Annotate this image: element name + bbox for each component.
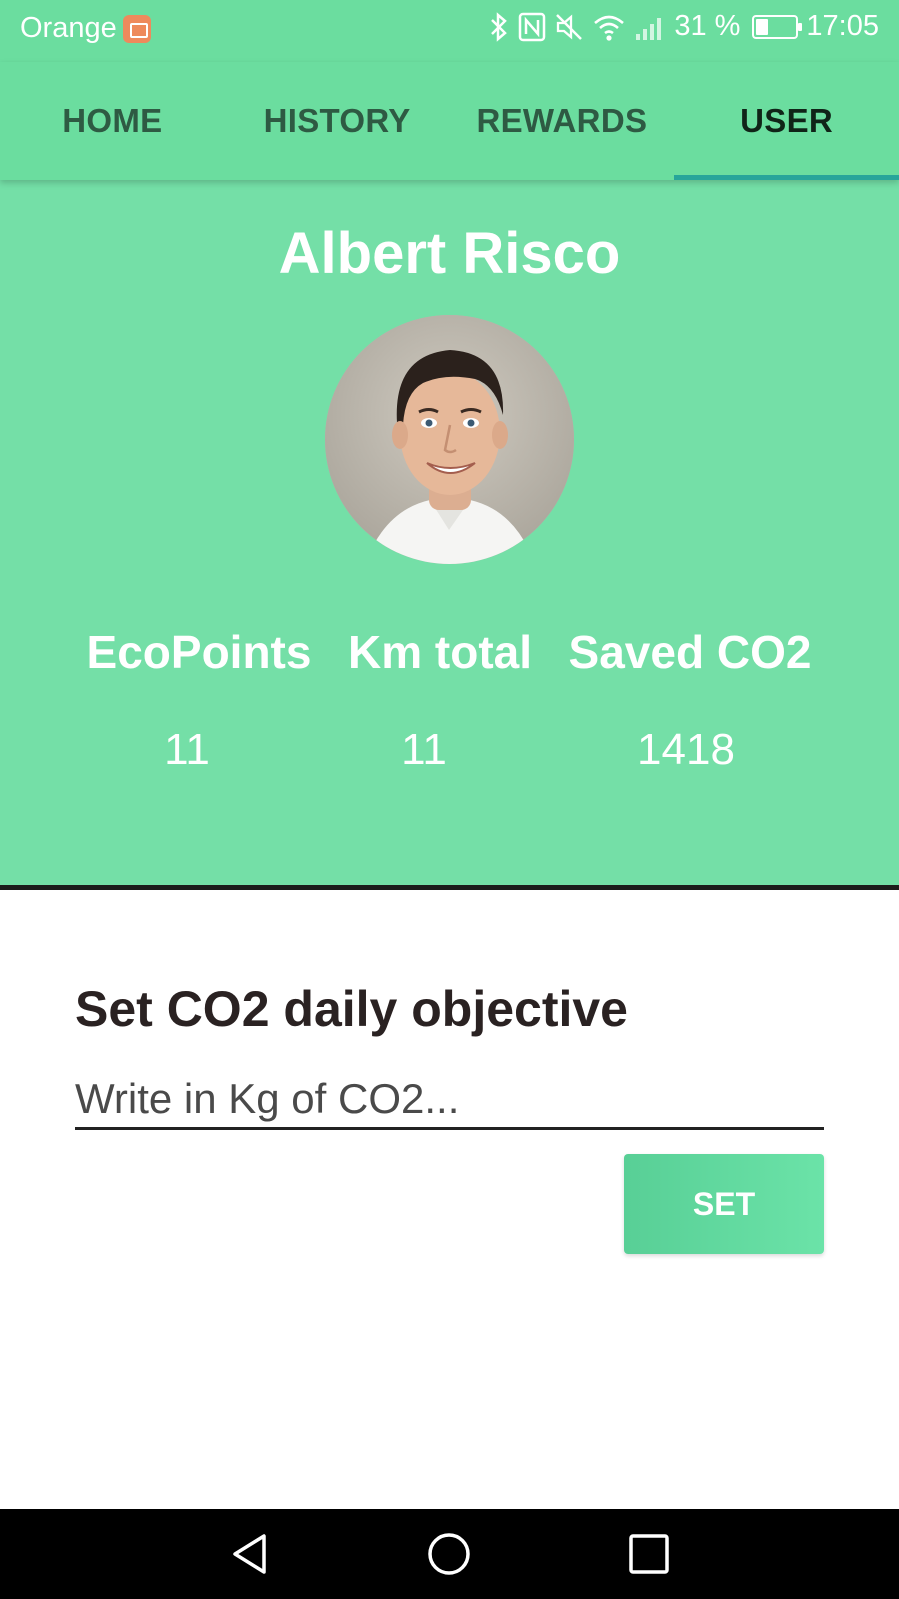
tab-bar: HOME HISTORY REWARDS USER — [0, 62, 899, 180]
navigation-bar — [0, 1509, 899, 1599]
wifi-icon — [594, 15, 625, 41]
carrier-notification-icon — [122, 14, 151, 43]
co2-objective-input[interactable] — [75, 1070, 824, 1130]
stats: EcoPoints Km total Saved CO2 11 11 1418 — [0, 180, 899, 885]
saved-co2-label: Saved CO2 — [568, 626, 812, 678]
carrier: Orange — [20, 12, 151, 45]
profile-section: Albert Risco EcoPoints Km total Saved CO… — [0, 180, 899, 890]
ecopoints-label: EcoPoints — [86, 626, 312, 678]
status-icons: 31 % 17:05 — [488, 10, 879, 43]
objective-title: Set CO2 daily objective — [75, 981, 628, 1037]
km-total-label: Km total — [348, 626, 532, 678]
battery-level — [756, 18, 769, 35]
set-button[interactable]: SET — [624, 1154, 824, 1254]
status-bar: Orange 31 % 17:05 — [0, 0, 899, 62]
tab-rewards[interactable]: REWARDS — [450, 62, 675, 180]
signal-icon — [636, 17, 662, 40]
ecopoints-value: 11 — [164, 725, 210, 774]
battery-icon — [752, 14, 803, 39]
bluetooth-icon — [491, 11, 508, 42]
mute-icon — [556, 13, 583, 40]
tab-history[interactable]: HISTORY — [225, 62, 450, 180]
carrier-name: Orange — [20, 12, 117, 44]
battery-percent: 31 % — [674, 10, 741, 42]
tab-home[interactable]: HOME — [0, 62, 225, 180]
back-icon[interactable] — [226, 1529, 276, 1579]
tab-user[interactable]: USER — [674, 62, 899, 180]
clock: 17:05 — [806, 10, 879, 42]
recents-icon[interactable] — [624, 1529, 674, 1579]
km-total-value: 11 — [401, 725, 447, 774]
home-icon[interactable] — [424, 1529, 474, 1579]
saved-co2-value: 1418 — [637, 725, 735, 774]
nfc-icon — [519, 12, 546, 41]
